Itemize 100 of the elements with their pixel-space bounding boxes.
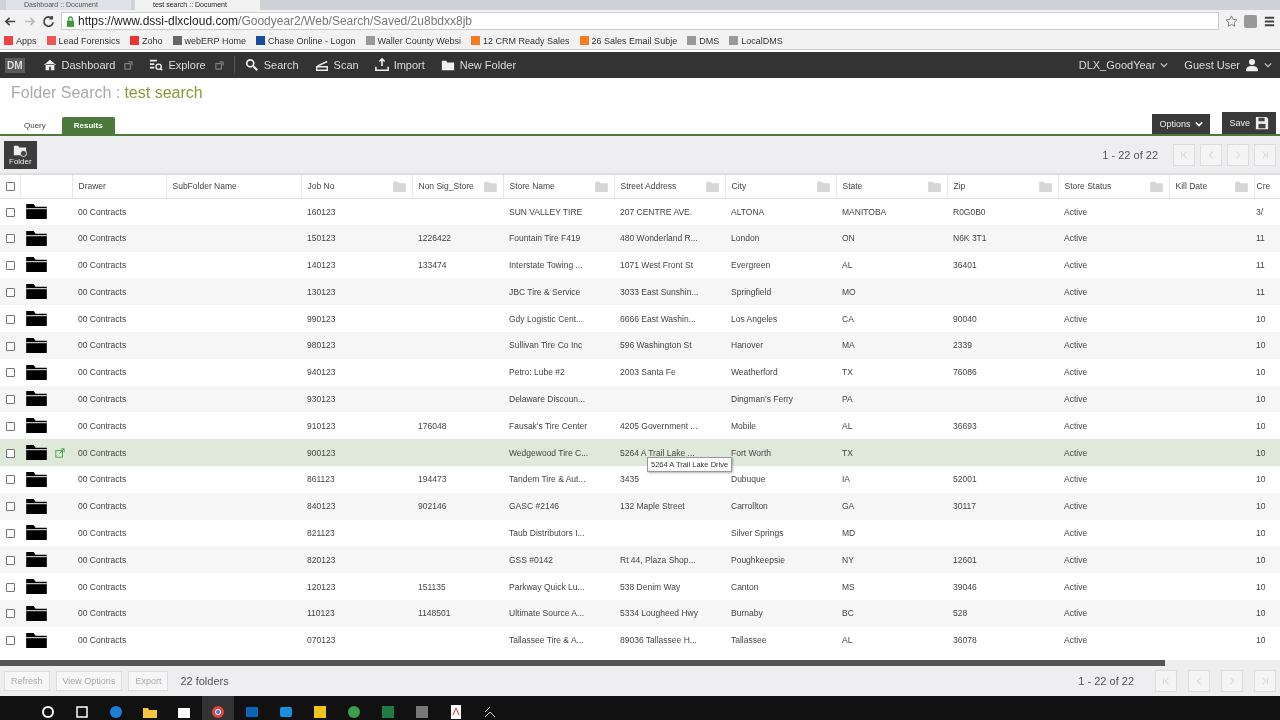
table-row[interactable]: 00 Contracts 990123 Gdy Logistic Cent... 6666 East Washin... Los Angeles CA 90040 Active 10: [0, 305, 1280, 332]
reload-icon[interactable]: [42, 14, 55, 28]
folder-icon[interactable]: [26, 311, 47, 327]
new-folder-button[interactable]: Folder: [4, 140, 37, 169]
logo[interactable]: DM: [5, 57, 25, 73]
bookmark[interactable]: Lead Forensics: [46, 35, 121, 46]
row-checkbox[interactable]: [6, 395, 15, 405]
bookmark[interactable]: DMS: [687, 35, 720, 46]
column-header[interactable]: Job No: [307, 181, 335, 192]
table-row[interactable]: 00 Contracts 930123 Delaware Discoun... Dingman's Ferry PA Active 10: [0, 385, 1280, 413]
column-header[interactable]: Cre: [1256, 181, 1271, 192]
row-checkbox[interactable]: [6, 582, 15, 592]
folder-icon[interactable]: [26, 418, 47, 434]
column-header[interactable]: State: [842, 181, 863, 192]
folder-icon[interactable]: [26, 471, 47, 487]
column-header[interactable]: City: [731, 181, 747, 192]
nav-link[interactable]: Dashboard: [34, 58, 142, 72]
bookmark[interactable]: 12 CRM Ready Sales: [471, 35, 570, 46]
bookmark[interactable]: Zoho: [130, 35, 163, 46]
folder-icon[interactable]: [26, 552, 47, 568]
row-checkbox[interactable]: [6, 368, 15, 378]
table-cell: Tallassee Tire & A...: [509, 635, 584, 646]
row-checkbox[interactable]: [6, 502, 15, 512]
folder-icon[interactable]: [26, 525, 47, 541]
url-field[interactable]: https://www.dssi-dlxcloud.com/Goodyear2/Web/Search/Saved/2u8bdxx8jb: [61, 12, 1219, 30]
folder-icon[interactable]: [26, 257, 47, 273]
nav-link[interactable]: New Folder: [432, 58, 525, 72]
table-cell: 00 Contracts: [78, 501, 127, 512]
table-row[interactable]: 00 Contracts 820123 GSS #0142 Rt 44, Plaza Shop... Poughkeepsie NY 12601 Active 10: [0, 546, 1280, 574]
folder-icon[interactable]: [26, 498, 47, 514]
tab[interactable]: Query: [12, 117, 58, 134]
nav-link[interactable]: Explore: [141, 58, 232, 72]
table-cell: Los Angeles: [731, 313, 778, 324]
menu-icon[interactable]: [1263, 14, 1276, 28]
table-row[interactable]: 00 Contracts 940123 Petro: Lube #2 2003 Santa Fe Weatherford TX 76086 Active 10: [0, 358, 1280, 386]
table-row[interactable]: 00 Contracts 980123 Sullivan Tire Co Inc 596 Washington St Hanover MA 2339 Active 10: [0, 332, 1280, 359]
table-row[interactable]: 00 Contracts 110123 1148501 Ultimate Source A... 5334 Lougheed Hwy Burnaby BC 528 Active 10: [0, 599, 1280, 627]
table-row[interactable]: 00 Contracts 150123 1226422 Fountain Tire F419 480 Wonderland R... London ON N6K 3T1 Active 11: [0, 224, 1280, 252]
folder-icon[interactable]: [26, 337, 47, 353]
row-checkbox[interactable]: [6, 261, 15, 271]
row-checkbox[interactable]: [6, 555, 15, 565]
folder-icon[interactable]: [26, 364, 47, 380]
folder-icon[interactable]: [26, 579, 47, 595]
table-row[interactable]: 00 Contracts 821123 Taub Distributors I... Silver Springs MD Active 10: [0, 519, 1280, 547]
open-link-icon[interactable]: [55, 447, 65, 458]
row-checkbox[interactable]: [6, 341, 15, 351]
table-cell: 76086: [953, 367, 977, 378]
table-cell: 176048: [418, 420, 447, 431]
folder-icon[interactable]: [26, 284, 47, 300]
table-row[interactable]: 00 Contracts 140123 133474 Interstate Towing ... 1071 West Front St Evergreen AL 36401 Active 11: [0, 251, 1280, 279]
folder-icon[interactable]: [26, 445, 47, 461]
row-checkbox[interactable]: [6, 287, 15, 297]
folder-icon[interactable]: [26, 632, 47, 648]
save-button[interactable]: Save: [1222, 112, 1276, 134]
column-header[interactable]: SubFolder Name: [172, 181, 237, 192]
row-checkbox[interactable]: [6, 314, 15, 324]
bookmark[interactable]: Waller County Websi: [365, 35, 462, 46]
bookmark[interactable]: webERP Home: [172, 35, 246, 46]
table-row[interactable]: 00 Contracts 070123 Tallassee Tire & A... 89036 Tallassee H... Tallassee AL 36078 Active 10: [0, 626, 1280, 654]
row-checkbox[interactable]: [6, 609, 15, 619]
nav-link[interactable]: Scan: [306, 58, 367, 72]
folder-icon[interactable]: [26, 230, 47, 246]
row-checkbox[interactable]: [6, 529, 15, 539]
folder-icon[interactable]: [26, 391, 47, 407]
column-header[interactable]: Store Name: [509, 181, 555, 192]
table-row[interactable]: 00 Contracts 160123 SUN VALLEY TIRE 207 CENTRE AVE. ALTONA MANITOBA R0G0B0 Active 3/: [0, 198, 1280, 225]
nav-link[interactable]: Import: [366, 58, 433, 72]
table-row[interactable]: 00 Contracts 130123 JBC Tire & Service 3033 East Sunshin... Springfield MO Active 11: [0, 278, 1280, 306]
row-checkbox[interactable]: [6, 636, 15, 646]
folder-icon[interactable]: [26, 204, 47, 220]
bookmark[interactable]: Apps: [4, 35, 37, 46]
account-menu[interactable]: DLX_GoodYear: [1070, 59, 1177, 71]
table-row[interactable]: 00 Contracts 120123 151135 Parkway Quick Lu... 538 Denim Way Canton MS 39046 Active 10: [0, 573, 1280, 600]
column-header[interactable]: Store Status: [1064, 181, 1112, 192]
column-header[interactable]: Drawer: [78, 181, 106, 192]
tab[interactable]: Results: [61, 117, 115, 134]
row-checkbox[interactable]: [6, 448, 15, 458]
task-view-icon[interactable]: [74, 704, 90, 720]
scrollbar-thumb[interactable]: [0, 660, 1165, 666]
table-row[interactable]: 00 Contracts 840123 902146 GASC #2146 132 Maple Street Carrollton GA 30117 Active 10: [0, 492, 1280, 520]
folder-icon[interactable]: [26, 605, 47, 621]
column-header[interactable]: Street Address: [620, 181, 677, 192]
row-checkbox[interactable]: [6, 421, 15, 431]
column-header[interactable]: Zip: [953, 181, 966, 192]
row-checkbox[interactable]: [6, 207, 15, 217]
table-row[interactable]: 00 Contracts 910123 176048 Fausak's Tire Center 4205 Government ... Mobile AL 36693 Active 10: [0, 412, 1280, 440]
bookmark[interactable]: LocalDMS: [729, 35, 783, 46]
column-header[interactable]: Kill Date: [1175, 181, 1208, 192]
row-checkbox[interactable]: [6, 234, 15, 244]
cortana-icon[interactable]: [40, 704, 56, 720]
bookmark[interactable]: 26 Sales Email Subje: [579, 35, 678, 46]
row-checkbox[interactable]: [6, 475, 15, 485]
star-icon[interactable]: [1225, 14, 1238, 28]
select-all-checkbox[interactable]: [6, 182, 15, 192]
user-menu[interactable]: Guest User: [1176, 58, 1280, 72]
bookmark[interactable]: Chase Online - Logon: [255, 35, 356, 46]
pdf-icon[interactable]: [448, 704, 464, 720]
nav-link[interactable]: Search: [236, 58, 307, 72]
column-header[interactable]: Non Sig_Store: [418, 181, 474, 192]
options-button[interactable]: Options: [1152, 114, 1211, 134]
